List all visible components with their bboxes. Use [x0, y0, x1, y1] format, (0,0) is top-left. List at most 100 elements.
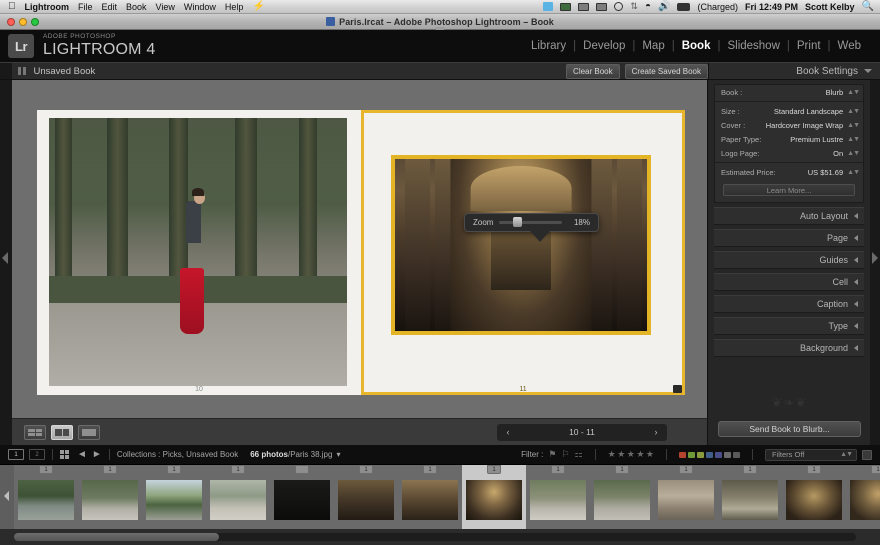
scrollbar-thumb[interactable] — [14, 533, 219, 541]
color-swatch-none[interactable] — [733, 451, 740, 458]
module-slideshow[interactable]: Slideshow — [720, 40, 786, 52]
chevron-left-icon[interactable] — [854, 345, 858, 351]
panel-type[interactable]: Type — [714, 317, 864, 335]
panel-guides[interactable]: Guides — [714, 251, 864, 269]
bluetooth-icon[interactable]: ⇅ — [630, 1, 638, 12]
grid-view-icon[interactable] — [60, 450, 69, 459]
filmstrip[interactable]: 1 1 1 1 1 1 1 1 1 1 1 1 1 — [0, 465, 880, 529]
star-3-icon[interactable]: ★ — [627, 449, 635, 460]
module-map[interactable]: Map — [635, 40, 671, 52]
filmstrip-thumb[interactable]: 1 — [846, 465, 880, 529]
menu-window[interactable]: Window — [184, 2, 216, 12]
color-swatch-green[interactable] — [688, 451, 695, 458]
setting-value[interactable]: Premium Lustre — [790, 135, 843, 144]
multi-page-view-button[interactable] — [24, 424, 46, 440]
show-left-panel-arrow-icon[interactable] — [2, 252, 8, 264]
star-1-icon[interactable]: ★ — [608, 449, 616, 460]
filmstrip-scrollbar[interactable] — [0, 529, 880, 545]
wifi-icon[interactable]: ◓ — [645, 1, 651, 12]
filmstrip-thumb[interactable]: 1 — [526, 465, 590, 529]
source-breadcrumb[interactable]: Collections : Picks, Unsaved Book — [117, 450, 238, 459]
page-cell-badge-icon[interactable] — [673, 385, 682, 393]
clear-book-button[interactable]: Clear Book — [566, 63, 620, 79]
dropbox-icon[interactable] — [543, 2, 554, 11]
thumb-image[interactable] — [274, 480, 330, 520]
filmstrip-scroll-left[interactable] — [0, 465, 14, 529]
spotlight-search-icon[interactable]: 🔍 — [862, 1, 874, 12]
filmstrip-thumb[interactable]: 1 — [654, 465, 718, 529]
star-2-icon[interactable]: ★ — [617, 449, 625, 460]
menu-edit[interactable]: Edit — [102, 2, 118, 12]
setting-value[interactable]: Standard Landscape — [774, 107, 843, 116]
thumb-image[interactable] — [658, 480, 714, 520]
thumb-image[interactable] — [18, 480, 74, 520]
module-print[interactable]: Print — [790, 40, 828, 52]
filmstrip-thumb[interactable]: 1 — [14, 465, 78, 529]
chevron-left-icon[interactable] — [854, 323, 858, 329]
close-button[interactable] — [7, 18, 15, 26]
flag-unflagged-icon[interactable]: ⚐ — [561, 449, 569, 460]
volume-icon[interactable]: 🔊 — [658, 1, 670, 12]
thumb-image[interactable] — [466, 480, 522, 520]
display-green-icon[interactable] — [560, 2, 572, 11]
thumb-image[interactable] — [402, 480, 458, 520]
chevron-left-icon[interactable] — [854, 279, 858, 285]
menu-book[interactable]: Book — [126, 2, 147, 12]
forward-arrow-icon[interactable]: ► — [92, 449, 102, 460]
thumb-image[interactable] — [786, 480, 842, 520]
setting-value[interactable]: On — [833, 149, 843, 158]
setting-value[interactable]: Blurb — [826, 88, 844, 97]
user-menu[interactable]: Scott Kelby — [805, 2, 855, 12]
star-rating-filter[interactable]: ★ ★ ★ ★ ★ — [608, 449, 654, 460]
window-controls[interactable] — [7, 18, 39, 26]
panel-cell[interactable]: Cell — [714, 273, 864, 291]
apple-menu-icon[interactable]:  — [8, 1, 16, 12]
thumb-image[interactable] — [530, 480, 586, 520]
filter-preset-dropdown[interactable]: Filters Off ▲▼ — [765, 448, 857, 461]
book-preview-canvas[interactable]: 10 11 Zoom 18% — [12, 80, 707, 418]
battery-icon[interactable] — [677, 2, 691, 11]
filmstrip-thumb[interactable]: 1 — [398, 465, 462, 529]
stepper-icon[interactable]: ▲▼ — [847, 169, 860, 176]
chevron-left-icon[interactable] — [854, 235, 858, 241]
setting-value[interactable]: Hardcover Image Wrap — [766, 121, 843, 130]
chevron-left-icon[interactable] — [854, 257, 858, 263]
module-web[interactable]: Web — [831, 40, 868, 52]
stepper-icon[interactable]: ▲▼ — [840, 451, 853, 458]
thumb-image[interactable] — [82, 480, 138, 520]
thumb-image[interactable] — [146, 480, 202, 520]
stepper-icon[interactable]: ▲▼ — [847, 108, 860, 115]
main-monitor-button[interactable]: 1 — [8, 449, 24, 460]
left-panel-collapsed[interactable] — [0, 80, 12, 445]
filter-toggle-switch[interactable] — [862, 449, 872, 460]
chevron-down-icon[interactable] — [864, 69, 872, 73]
thumb-image[interactable] — [594, 480, 650, 520]
thumb-image[interactable] — [850, 480, 880, 520]
chevron-left-icon[interactable] — [854, 301, 858, 307]
color-swatch-red[interactable] — [679, 451, 686, 458]
filmstrip-thumb[interactable]: 1 — [142, 465, 206, 529]
stepper-icon[interactable]: ▲▼ — [847, 122, 860, 129]
flag-rejected-icon[interactable]: ⚏ — [575, 449, 583, 460]
clock-label[interactable]: Fri 12:49 PM — [745, 2, 798, 12]
setting-row-book[interactable]: Book : Blurb ▲▼ — [715, 85, 863, 99]
flag-picked-icon[interactable]: ⚑ — [548, 449, 556, 460]
menu-view[interactable]: View — [156, 2, 175, 12]
filmstrip-thumb[interactable]: 1 — [334, 465, 398, 529]
star-4-icon[interactable]: ★ — [636, 449, 644, 460]
menu-lightroom[interactable]: Lightroom — [25, 2, 70, 12]
spread-view-button[interactable] — [51, 424, 73, 440]
scrollbar-track[interactable] — [14, 533, 856, 541]
zoom-slider-handle[interactable] — [513, 217, 523, 227]
filmstrip-thumb[interactable]: 1 — [590, 465, 654, 529]
panel-caption[interactable]: Caption — [714, 295, 864, 313]
panel-auto-layout[interactable]: Auto Layout — [714, 207, 864, 225]
filmstrip-thumb-selected[interactable]: 1 — [462, 465, 526, 529]
star-5-icon[interactable]: ★ — [646, 449, 654, 460]
photo-dropdown-icon[interactable]: ▾ — [336, 450, 340, 459]
back-arrow-icon[interactable]: ◄ — [77, 449, 87, 460]
left-panel-edge[interactable] — [0, 63, 12, 79]
module-library[interactable]: Library — [524, 40, 573, 52]
stepper-icon[interactable]: ▲▼ — [847, 150, 860, 157]
single-page-view-button[interactable] — [78, 424, 100, 440]
